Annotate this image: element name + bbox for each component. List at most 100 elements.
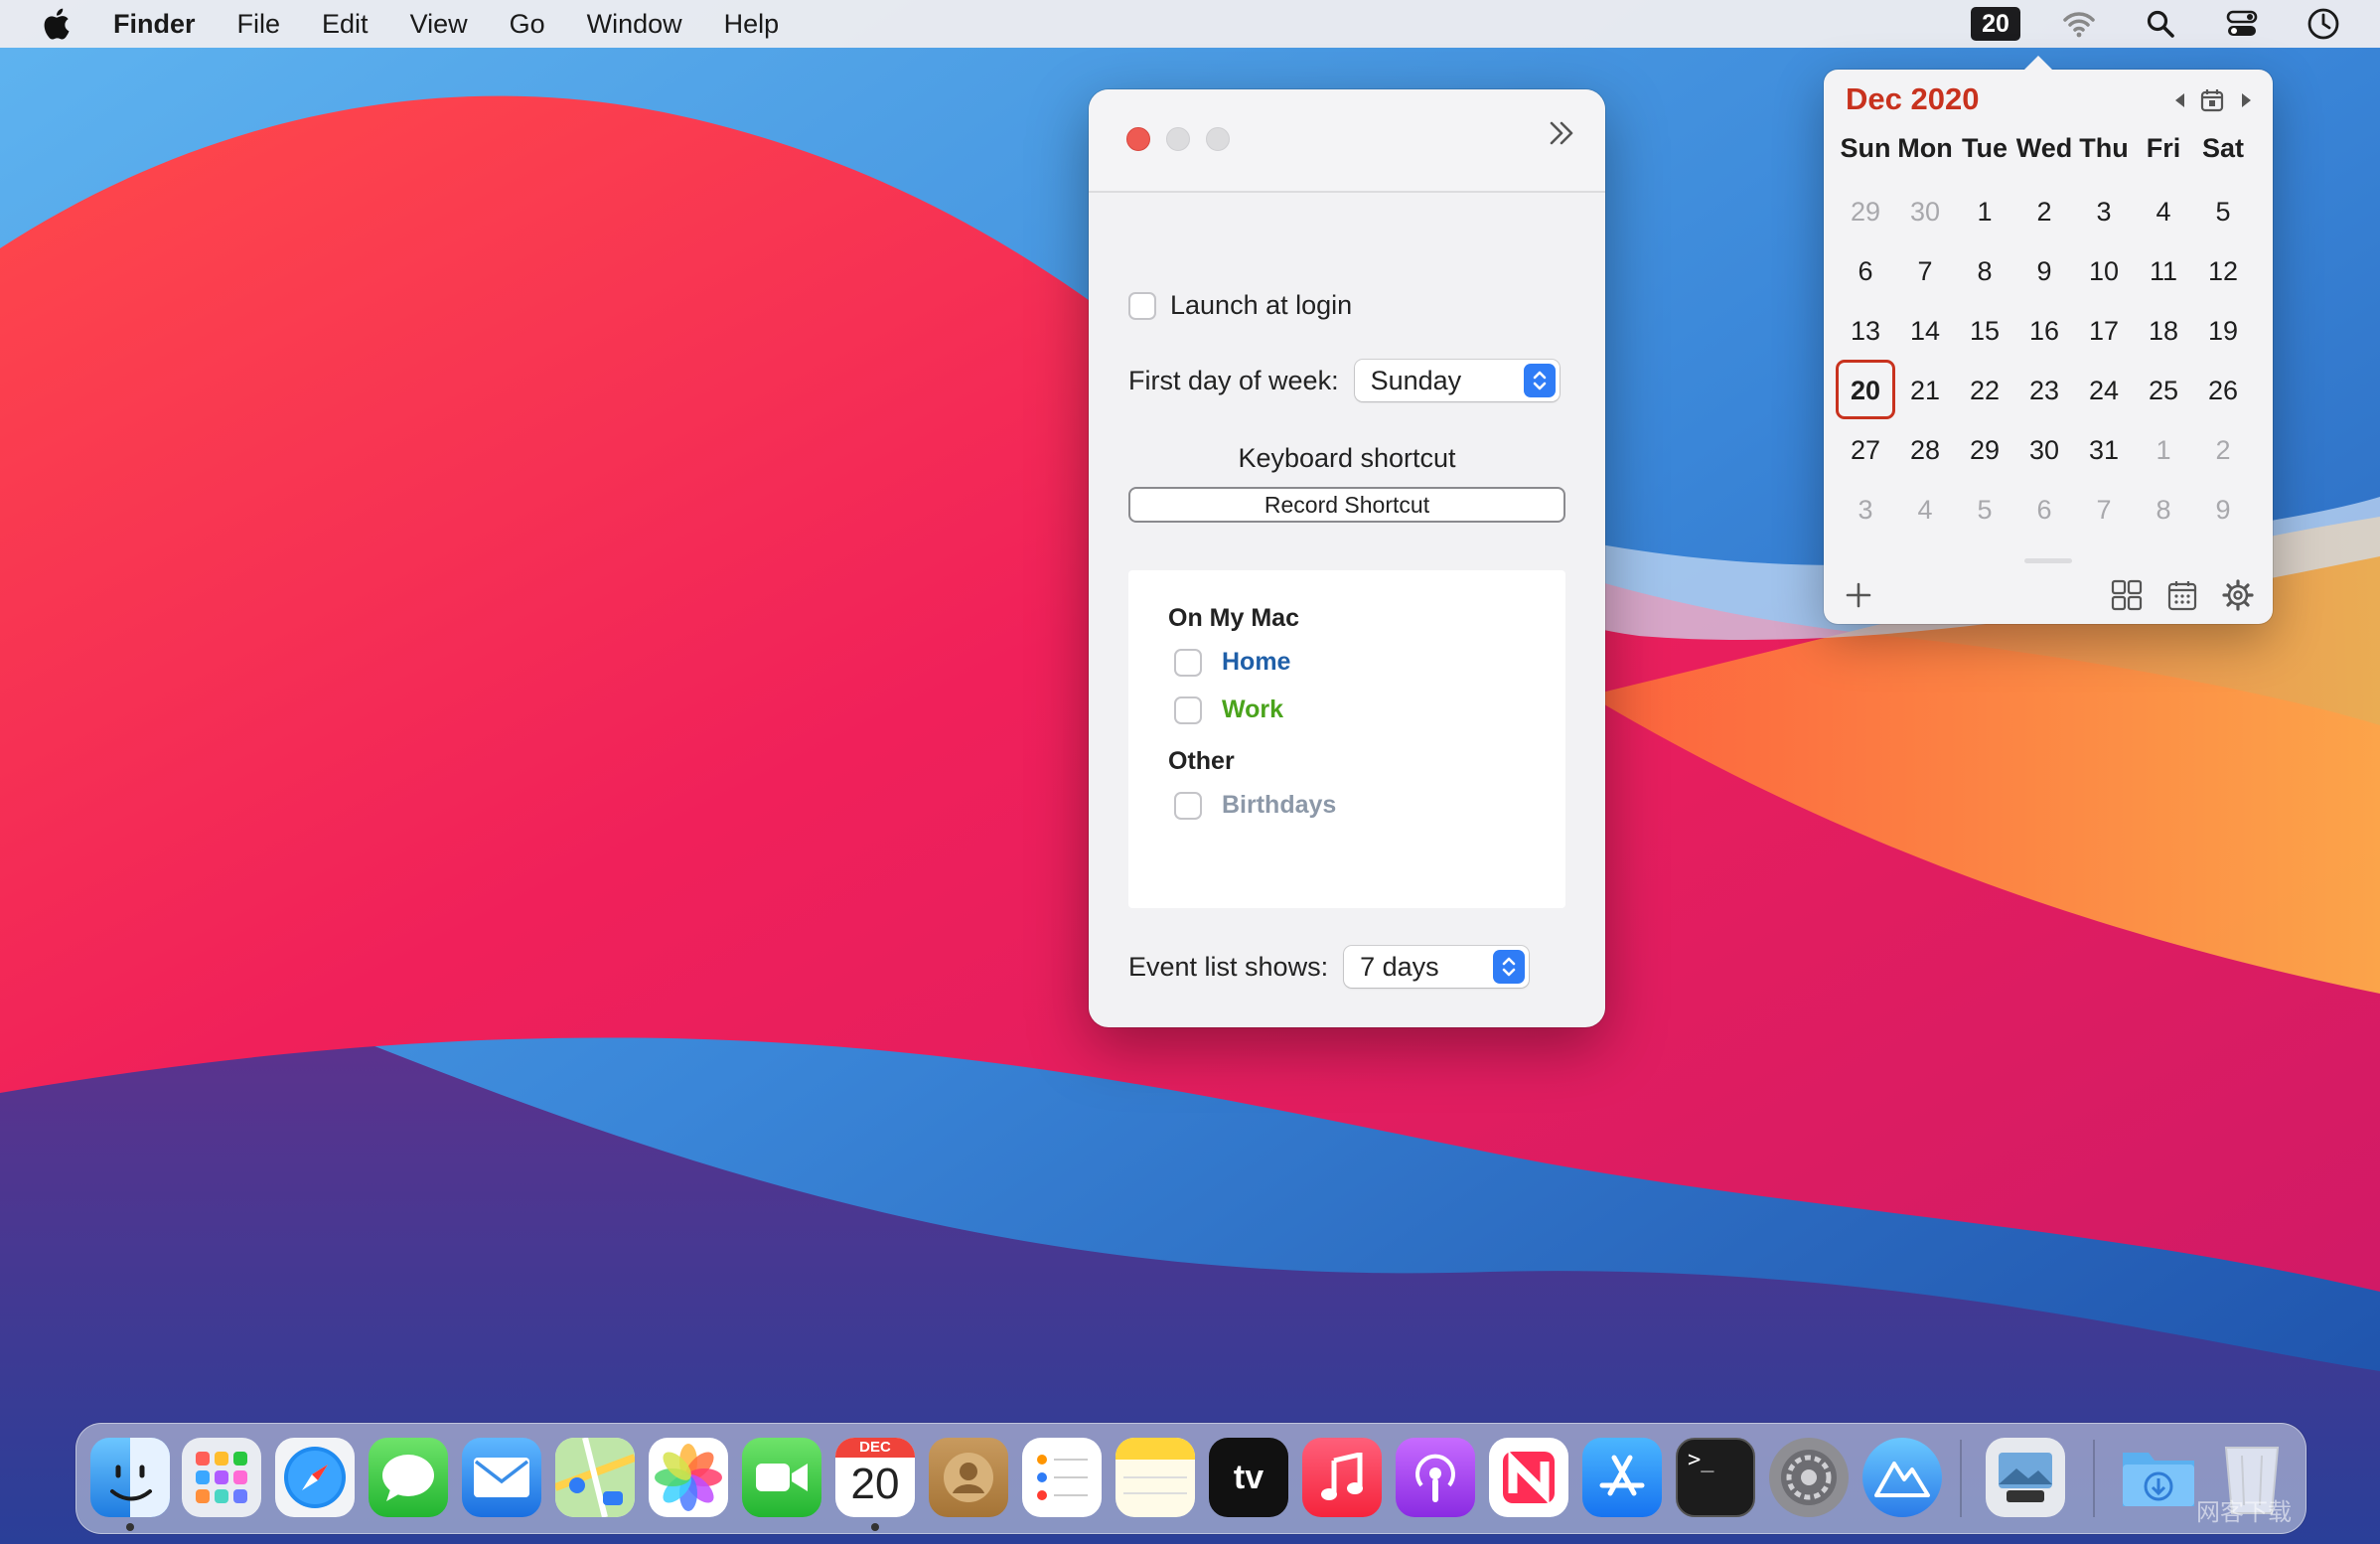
day-cell[interactable]: 23 xyxy=(2014,360,2074,419)
dock-finder-icon[interactable] xyxy=(90,1438,170,1517)
today-calendar-icon[interactable] xyxy=(2199,87,2225,113)
dock-downloads-folder-icon[interactable] xyxy=(2119,1438,2198,1517)
previous-month-icon[interactable] xyxy=(2167,87,2193,113)
day-cell[interactable]: 30 xyxy=(2014,419,2074,479)
window-minimize-button[interactable] xyxy=(1166,127,1190,151)
menu-edit[interactable]: Edit xyxy=(322,0,369,48)
day-cell[interactable]: 9 xyxy=(2014,240,2074,300)
day-cell[interactable]: 24 xyxy=(2074,360,2134,419)
dock-podcasts-icon[interactable] xyxy=(1396,1438,1475,1517)
dock-macos-installer-icon[interactable] xyxy=(1862,1438,1942,1517)
dock-contacts-icon[interactable] xyxy=(929,1438,1008,1517)
event-list-select[interactable]: 7 days xyxy=(1344,946,1530,988)
day-cell[interactable]: 3 xyxy=(1836,479,1895,539)
day-cell[interactable]: 26 xyxy=(2193,360,2253,419)
day-cell[interactable]: 28 xyxy=(1895,419,1955,479)
day-cell[interactable]: 4 xyxy=(1895,479,1955,539)
menu-app-finder[interactable]: Finder xyxy=(113,0,196,48)
clock-icon[interactable] xyxy=(2305,5,2342,43)
dock-safari-icon[interactable] xyxy=(275,1438,355,1517)
dock-calendar-icon[interactable]: DEC 20 xyxy=(835,1438,915,1517)
dock-reminders-icon[interactable] xyxy=(1022,1438,1102,1517)
spotlight-search-icon[interactable] xyxy=(2142,5,2179,43)
calendar-work-checkbox[interactable] xyxy=(1174,695,1202,724)
window-close-button[interactable] xyxy=(1126,127,1150,151)
dock-messages-icon[interactable] xyxy=(369,1438,448,1517)
calendar-item-birthdays[interactable]: Birthdays xyxy=(1174,791,1336,820)
day-cell[interactable]: 17 xyxy=(2074,300,2134,360)
day-cell[interactable]: 7 xyxy=(1895,240,1955,300)
day-cell[interactable]: 15 xyxy=(1955,300,2014,360)
day-cell[interactable]: 8 xyxy=(2134,479,2193,539)
menu-view[interactable]: View xyxy=(410,0,468,48)
day-cell[interactable]: 19 xyxy=(2193,300,2253,360)
day-cell[interactable]: 12 xyxy=(2193,240,2253,300)
day-cell[interactable]: 21 xyxy=(1895,360,1955,419)
dock-notes-icon[interactable] xyxy=(1116,1438,1195,1517)
day-cell[interactable]: 31 xyxy=(2074,419,2134,479)
day-cell-today[interactable]: 20 xyxy=(1836,360,1895,419)
dock-music-icon[interactable] xyxy=(1302,1438,1382,1517)
day-cell[interactable]: 27 xyxy=(1836,419,1895,479)
resize-handle[interactable] xyxy=(2024,558,2072,563)
day-cell[interactable]: 10 xyxy=(2074,240,2134,300)
menu-file[interactable]: File xyxy=(237,0,281,48)
calendar-item-home[interactable]: Home xyxy=(1174,648,1290,677)
day-cell[interactable]: 5 xyxy=(2193,181,2253,240)
first-day-select[interactable]: Sunday xyxy=(1354,360,1560,401)
calendar-birthdays-checkbox[interactable] xyxy=(1174,791,1202,820)
day-cell[interactable]: 2 xyxy=(2193,419,2253,479)
dock-news-icon[interactable] xyxy=(1489,1438,1568,1517)
control-center-icon[interactable] xyxy=(2223,5,2261,43)
double-chevron-right-icon[interactable] xyxy=(1544,115,1579,151)
day-cell[interactable]: 18 xyxy=(2134,300,2193,360)
dock-app-store-icon[interactable] xyxy=(1582,1438,1662,1517)
settings-gear-icon[interactable] xyxy=(2221,578,2255,612)
add-event-icon[interactable] xyxy=(1842,578,1875,612)
day-cell[interactable]: 6 xyxy=(2014,479,2074,539)
day-cell[interactable]: 22 xyxy=(1955,360,2014,419)
day-cell[interactable]: 4 xyxy=(2134,181,2193,240)
record-shortcut-button[interactable]: Record Shortcut xyxy=(1128,487,1565,523)
window-zoom-button[interactable] xyxy=(1206,127,1230,151)
dock-maps-icon[interactable] xyxy=(555,1438,635,1517)
dock-terminal-icon[interactable]: >_ xyxy=(1676,1438,1755,1517)
day-cell[interactable]: 7 xyxy=(2074,479,2134,539)
day-cell[interactable]: 1 xyxy=(1955,181,2014,240)
grid-view-icon[interactable] xyxy=(2110,578,2144,612)
menu-window[interactable]: Window xyxy=(587,0,682,48)
day-cell[interactable]: 3 xyxy=(2074,181,2134,240)
day-cell[interactable]: 8 xyxy=(1955,240,2014,300)
dock-preview-icon[interactable] xyxy=(1986,1438,2065,1517)
dock-facetime-icon[interactable] xyxy=(742,1438,821,1517)
day-cell[interactable]: 11 xyxy=(2134,240,2193,300)
day-cell[interactable]: 29 xyxy=(1955,419,2014,479)
day-cell[interactable]: 9 xyxy=(2193,479,2253,539)
day-cell[interactable]: 14 xyxy=(1895,300,1955,360)
day-cell[interactable]: 25 xyxy=(2134,360,2193,419)
dock-system-preferences-icon[interactable] xyxy=(1769,1438,1849,1517)
menu-go[interactable]: Go xyxy=(510,0,545,48)
dock-photos-icon[interactable] xyxy=(649,1438,728,1517)
day-cell[interactable]: 1 xyxy=(2134,419,2193,479)
calendar-menubar-date[interactable]: 20 xyxy=(1971,7,2020,41)
day-cell[interactable]: 13 xyxy=(1836,300,1895,360)
next-month-icon[interactable] xyxy=(2233,87,2259,113)
calendar-app-icon[interactable] xyxy=(2165,578,2199,612)
wifi-icon[interactable] xyxy=(2060,5,2098,43)
day-cell[interactable]: 30 xyxy=(1895,181,1955,240)
day-cell[interactable]: 29 xyxy=(1836,181,1895,240)
apple-menu-icon[interactable] xyxy=(38,4,77,44)
first-day-label: First day of week: xyxy=(1128,365,1339,395)
day-cell[interactable]: 16 xyxy=(2014,300,2074,360)
dock-apple-tv-icon[interactable]: tv xyxy=(1209,1438,1288,1517)
calendar-home-checkbox[interactable] xyxy=(1174,648,1202,677)
launch-at-login-checkbox[interactable] xyxy=(1128,291,1156,320)
day-cell[interactable]: 5 xyxy=(1955,479,2014,539)
day-cell[interactable]: 6 xyxy=(1836,240,1895,300)
day-cell[interactable]: 2 xyxy=(2014,181,2074,240)
dock-launchpad-icon[interactable] xyxy=(182,1438,261,1517)
dock-mail-icon[interactable] xyxy=(462,1438,541,1517)
menu-help[interactable]: Help xyxy=(724,0,780,48)
calendar-item-work[interactable]: Work xyxy=(1174,695,1283,724)
